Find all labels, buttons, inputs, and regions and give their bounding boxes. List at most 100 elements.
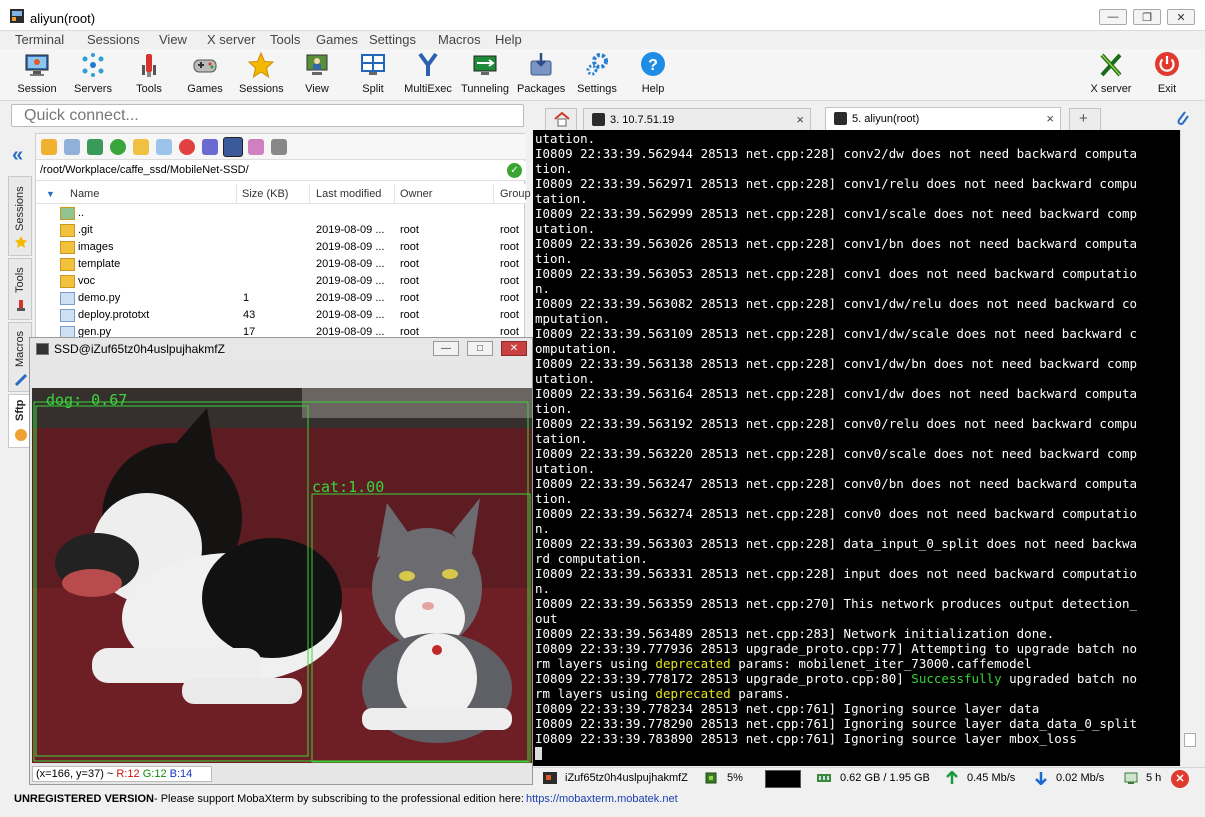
toolbar-help-button[interactable]: ? Help [638,51,668,95]
terminal-icon[interactable] [271,139,287,155]
menu-view[interactable]: View [159,32,187,47]
terminal-cursor [535,747,542,760]
col-group[interactable]: Group [500,188,531,200]
menu-bar: Terminal Sessions View X server Tools Ga… [0,31,1205,49]
macros-icon [14,373,28,387]
terminal-line: I0809 22:33:39.563274 28513 net.cpp:228]… [535,506,1138,521]
status-cpu: 5% [727,772,743,784]
refresh-icon[interactable] [110,139,126,155]
tab-tools[interactable]: Tools [8,258,32,320]
file-row[interactable]: template 2019-08-09 ... root root [36,256,526,273]
file-owner: root [400,258,419,270]
toolbar-servers-button[interactable]: Servers [72,51,114,95]
new-folder-icon[interactable] [133,139,149,155]
status-upload: 0.45 Mb/s [967,772,1016,784]
mobaxterm-link[interactable]: https://mobaxterm.mobatek.net [526,793,678,805]
new-tab-button[interactable]: + [1069,108,1101,130]
upload-icon[interactable] [87,139,103,155]
viewer-title-bar[interactable]: SSD@iZuf65tz0h4uslpujhakmfZ — □ ✕ [30,338,532,360]
file-row[interactable]: .git 2019-08-09 ... root root [36,222,526,239]
terminal-line: I0809 22:33:39.563026 28513 net.cpp:228]… [535,236,1138,251]
minimize-button[interactable]: — [1099,9,1127,25]
menu-terminal[interactable]: Terminal [15,32,64,47]
window-title: aliyun(root) [30,11,96,26]
toolbar-packages-button[interactable]: Packages [517,51,565,95]
unregistered-label: UNREGISTERED VERSION [14,793,154,805]
svg-text:?: ? [648,57,658,74]
scrollbar-thumb[interactable] [1184,733,1196,747]
new-file-icon[interactable] [156,139,172,155]
menu-macros[interactable]: Macros [438,32,481,47]
close-tab-icon[interactable]: × [1046,111,1054,126]
quick-connect-input[interactable]: Quick connect... [11,104,524,127]
menu-help[interactable]: Help [495,32,522,47]
permissions-icon[interactable] [248,139,264,155]
viewer-minimize-button[interactable]: — [433,341,459,356]
terminal-line: I0809 22:33:39.562944 28513 net.cpp:228]… [535,146,1138,161]
file-row[interactable]: images 2019-08-09 ... root root [36,239,526,256]
toolbar-xserver-button[interactable]: X server [1088,51,1134,95]
folder-icon [60,224,75,237]
path-ok-icon[interactable]: ✓ [507,163,522,178]
attach-icon[interactable] [1174,108,1190,126]
toolbar-settings-button[interactable]: Settings [575,51,619,95]
terminal-line: I0809 22:33:39.783890 28513 net.cpp:761]… [535,731,1077,746]
menu-tools[interactable]: Tools [270,32,300,47]
terminal-scrollbar[interactable] [1180,130,1198,766]
toolbar-exit-button[interactable]: Exit [1153,51,1181,95]
menu-sessions[interactable]: Sessions [87,32,140,47]
viewer-maximize-button[interactable]: □ [467,341,493,356]
toolbar-session-button[interactable]: Session [16,51,58,95]
status-host: iZuf65tz0h4uslpujhakmfZ [565,772,688,784]
terminal-line: utation. [535,221,596,236]
terminal-line: n. [535,521,551,536]
toolbar-tools-button[interactable]: Tools [130,51,168,95]
col-modified[interactable]: Last modified [316,188,381,200]
file-row[interactable]: voc 2019-08-09 ... root root [36,273,526,290]
help-icon: ? [641,52,665,76]
tab-session-5[interactable]: 5. aliyun(root) × [825,107,1061,130]
follow-terminal-icon[interactable] [223,137,243,157]
toolbar-split-button[interactable]: Split [357,51,389,95]
detection-image[interactable]: dog: 0.67 cat:1.00 [32,388,532,763]
terminal-line: I0809 22:33:39.563303 28513 net.cpp:228]… [535,536,1138,551]
col-owner[interactable]: Owner [400,188,432,200]
terminal-line: n. [535,581,551,596]
dog-detection-label: dog: 0.67 [46,391,128,409]
file-row[interactable]: demo.py 1 2019-08-09 ... root root [36,290,526,307]
sftp-path-bar[interactable]: /root/Workplace/caffe_ssd/MobileNet-SSD/… [36,161,526,181]
close-status-icon[interactable]: ✕ [1171,770,1189,788]
tab-session-3[interactable]: 3. 10.7.51.19 × [583,108,811,130]
terminal-tab-icon [592,113,605,126]
menu-x-server[interactable]: X server [207,32,255,47]
maximize-button[interactable]: ❐ [1133,9,1161,25]
file-row[interactable]: deploy.prototxt 43 2019-08-09 ... root root [36,307,526,324]
terminal-line: utation. [535,461,596,476]
file-row[interactable]: .. [36,205,526,222]
close-button[interactable]: ✕ [1167,9,1195,25]
viewer-close-button[interactable]: ✕ [501,341,527,356]
gear-icon [586,53,608,76]
parent-folder-icon[interactable] [41,139,57,155]
terminal-output[interactable]: utation. I0809 22:33:39.562944 28513 net.… [533,130,1180,766]
download-icon[interactable] [64,139,80,155]
toolbar-tunneling-button[interactable]: Tunneling [459,51,511,95]
tab-sessions[interactable]: Sessions [8,176,32,256]
close-tab-icon[interactable]: × [796,112,804,127]
file-icon [60,292,75,305]
toolbar-view-button[interactable]: View [301,51,333,95]
col-name[interactable]: Name [70,188,99,200]
monitor-icon [25,54,49,76]
toolbar-multiexec-button[interactable]: MultiExec [403,51,453,95]
sftp-path[interactable]: /root/Workplace/caffe_ssd/MobileNet-SSD/ [40,164,249,176]
cat-detection-label: cat:1.00 [312,478,385,496]
menu-settings[interactable]: Settings [369,32,416,47]
toolbar-games-button[interactable]: Games [185,51,225,95]
delete-icon[interactable] [179,139,195,155]
toolbar-sessions-button[interactable]: Sessions [239,51,284,95]
col-size[interactable]: Size (KB) [242,188,288,200]
tab-home[interactable] [545,108,577,130]
menu-games[interactable]: Games [316,32,358,47]
rename-icon[interactable] [202,139,218,155]
file-modified: 2019-08-09 ... [316,275,385,287]
